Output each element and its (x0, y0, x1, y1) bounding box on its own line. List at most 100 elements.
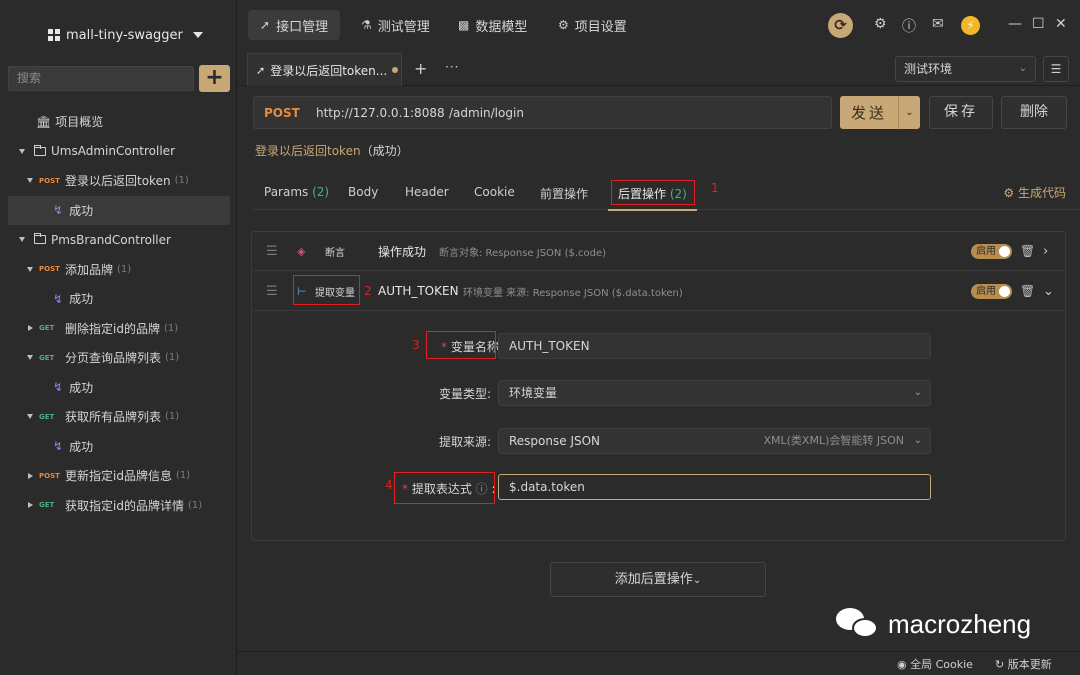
new-tab-button[interactable]: + (414, 59, 427, 78)
main-panel: POST http://127.0.0.1:8088 /admin/login … (237, 86, 1080, 651)
more-icon[interactable]: ··· (445, 60, 459, 74)
send-button[interactable]: 发送 ⌄ (840, 96, 920, 129)
tree-folder[interactable]: PmsBrandController (0, 225, 237, 255)
wechat-icon (836, 608, 880, 640)
minimize-icon[interactable]: — (1008, 16, 1022, 32)
tree-api-item[interactable]: POST 添加品牌 (1) (0, 255, 237, 285)
project-name: mall-tiny-swagger (66, 27, 183, 43)
chevron-down-icon: ⌄ (913, 387, 922, 398)
caret-down-icon (27, 178, 33, 184)
flask-icon: ⚗ (361, 18, 372, 32)
url-bar[interactable]: POST http://127.0.0.1:8088 /admin/login (253, 96, 832, 129)
request-tab-bar: ➚ 登录以后返回token... + ··· 测试环境 ⌄ ☰ (237, 50, 1080, 86)
add-button[interactable]: + (199, 65, 230, 92)
caret-down-icon (19, 148, 25, 154)
tab-project-settings[interactable]: ⚙ 项目设置 (546, 10, 639, 40)
host-text: http://127.0.0.1:8088 (316, 105, 445, 120)
environment-select[interactable]: 测试环境 ⌄ (895, 56, 1036, 82)
gear-icon: ⚙ (558, 18, 569, 32)
annotation-box-1 (611, 180, 695, 205)
sidebar: mall-tiny-swagger 搜索 + 🏛 项目概览 UmsAdminCo… (0, 0, 237, 675)
trash-icon[interactable]: 🗑 (1020, 244, 1035, 258)
lightning-icon: ↯ (53, 380, 64, 395)
lightning-icon: ↯ (53, 291, 64, 306)
sync-icon[interactable]: ⟳ (828, 13, 853, 38)
save-button[interactable]: 保存 (929, 96, 993, 129)
var-type-select[interactable]: 环境变量 ⌄ (498, 380, 931, 406)
version-update-button[interactable]: ↻ 版本更新 (995, 656, 1052, 672)
post-operations-panel: ☰ ◈ 断言 操作成功 断言对象: Response JSON ($.code)… (251, 231, 1066, 541)
watermark: macrozheng (836, 608, 1031, 640)
caret-down-icon (27, 266, 33, 272)
bank-icon: 🏛 (36, 114, 52, 129)
tree-api-item[interactable]: POST 更新指定id品牌信息 (1) (0, 461, 237, 491)
project-switcher[interactable]: mall-tiny-swagger (48, 26, 203, 44)
caret-right-icon (28, 502, 33, 509)
maximize-icon[interactable]: ☐ (1032, 16, 1045, 32)
tree-case-item[interactable]: ↯ 成功 (0, 284, 237, 314)
var-type-label: 变量类型: (439, 387, 492, 401)
folder-icon (34, 144, 46, 156)
trash-icon[interactable]: 🗑 (1020, 284, 1035, 298)
expression-input[interactable]: $.data.token (498, 474, 931, 500)
delete-button[interactable]: 删除 (1001, 96, 1067, 129)
drag-handle-icon[interactable]: ☰ (266, 284, 278, 299)
annotation-number-3: 3 (412, 338, 420, 352)
chevron-down-icon[interactable]: ⌄ (1043, 284, 1054, 299)
link-icon: ➚ (260, 18, 271, 32)
chevron-right-icon[interactable]: › (1043, 244, 1048, 259)
chevron-down-icon: ⌄ (913, 435, 922, 446)
tab-cookie[interactable]: Cookie (474, 185, 515, 199)
help-icon[interactable]: ⓘ (902, 16, 916, 36)
annotation-number-1: 1 (711, 181, 719, 195)
env-menu-button[interactable]: ☰ (1043, 56, 1069, 82)
close-icon[interactable]: ✕ (1055, 16, 1067, 32)
settings-icon[interactable]: ⚙ (874, 16, 887, 32)
tree-folder[interactable]: UmsAdminController (0, 137, 237, 167)
avatar[interactable]: ⚡ (961, 16, 980, 35)
tree-api-item[interactable]: GET 获取指定id的品牌详情 (1) (0, 491, 237, 521)
annotation-box-3 (426, 331, 496, 359)
request-name: 登录以后返回token（成功） (255, 144, 409, 158)
search-input[interactable]: 搜索 (8, 66, 194, 91)
extract-variable-row[interactable]: ☰ ⊢ 提取变量 AUTH_TOKEN 环境变量 来源: Response JS… (252, 272, 1065, 311)
assert-row[interactable]: ☰ ◈ 断言 操作成功 断言对象: Response JSON ($.code)… (252, 232, 1065, 271)
add-post-operation-button[interactable]: 添加后置操作⌄ (550, 562, 766, 597)
tab-api-management[interactable]: ➚ 接口管理 (248, 10, 341, 40)
chevron-down-icon[interactable]: ⌄ (899, 107, 920, 118)
tree-item-overview[interactable]: 🏛 项目概览 (0, 107, 237, 137)
model-icon: ▩ (458, 18, 470, 32)
tab-params[interactable]: Params (2) (264, 185, 329, 199)
annotation-number-4: 4 (385, 478, 393, 492)
source-select[interactable]: Response JSON XML(类XML)会智能转 JSON ⌄ (498, 428, 931, 454)
tab-body[interactable]: Body (348, 185, 378, 199)
bell-icon[interactable]: ✉ (932, 16, 944, 32)
enable-toggle[interactable]: 启用 (971, 243, 1012, 259)
tree-api-item[interactable]: GET 删除指定id的品牌 (1) (0, 314, 237, 344)
tree-case-item[interactable]: ↯ 成功 (0, 432, 237, 462)
tab-test-management[interactable]: ⚗ 测试管理 (349, 10, 442, 40)
tree-case-item[interactable]: ↯ 成功 (0, 373, 237, 403)
caret-right-icon (28, 472, 33, 479)
tab-header[interactable]: Header (405, 185, 449, 199)
tab-pre-operations[interactable]: 前置操作 (540, 185, 588, 202)
enable-toggle[interactable]: 启用 (971, 283, 1012, 299)
tree-api-item[interactable]: POST 登录以后返回token (1) (0, 166, 237, 196)
tab-data-model[interactable]: ▩ 数据模型 (446, 10, 539, 40)
assert-icon: ◈ (297, 244, 306, 258)
path-input[interactable]: /admin/login (449, 106, 524, 120)
tree-api-item[interactable]: GET 获取所有品牌列表 (1) (0, 402, 237, 432)
chevron-down-icon: ⌄ (692, 575, 702, 586)
lightning-icon: ↯ (53, 203, 64, 218)
tree-api-item[interactable]: GET 分页查询品牌列表 (1) (0, 343, 237, 373)
tree-case-item-selected[interactable]: ↯ 成功 (8, 195, 230, 225)
drag-handle-icon[interactable]: ☰ (266, 244, 278, 259)
generate-code-button[interactable]: ⚙ 生成代码 (1003, 184, 1066, 201)
caret-down-icon (27, 355, 33, 361)
method-label[interactable]: POST (264, 106, 316, 120)
gear-icon: ⚙ (1003, 186, 1015, 200)
status-bar: ◉ 全局 Cookie ↻ 版本更新 (237, 651, 1080, 675)
global-cookie-button[interactable]: ◉ 全局 Cookie (897, 656, 973, 672)
request-tab[interactable]: ➚ 登录以后返回token... (247, 53, 402, 86)
var-name-input[interactable]: AUTH_TOKEN (498, 333, 931, 359)
